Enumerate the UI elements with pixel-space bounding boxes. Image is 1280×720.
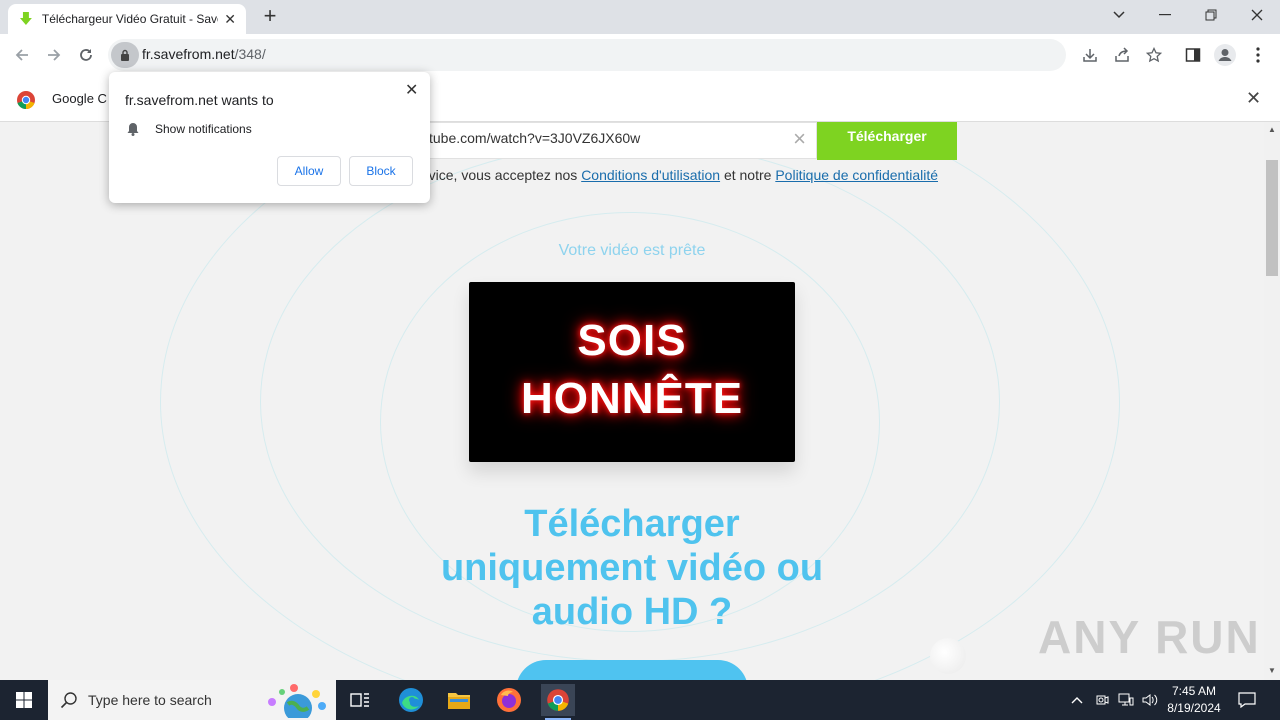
bookmark-star-icon[interactable] (1143, 44, 1165, 66)
savefrom-download-icon (19, 12, 32, 25)
clock-time: 7:45 AM (1171, 684, 1217, 698)
system-clock[interactable]: 7:45 AM 8/19/2024 (1160, 683, 1228, 717)
thumbnail-text-line2: HONNÊTE (520, 374, 744, 423)
meet-now-icon[interactable] (1095, 680, 1109, 720)
reload-icon[interactable] (74, 43, 98, 67)
headline-line3: audio HD ? (531, 591, 733, 633)
headline-line2: uniquement vidéo ou (440, 547, 824, 589)
menu-kebab-icon[interactable] (1247, 44, 1269, 66)
decorative-ball (930, 638, 966, 674)
volume-icon[interactable] (1142, 680, 1158, 720)
chrome-logo-icon (17, 91, 35, 110)
windows-taskbar: Type here to search 7:45 AM 8/19/2024 (0, 680, 1280, 720)
window-close-icon[interactable] (1234, 0, 1280, 30)
browser-tab[interactable]: Téléchargeur Vidéo Gratuit - Save ✕ (8, 4, 246, 34)
info-bar-close-icon[interactable]: ✕ (1246, 88, 1261, 109)
tab-search-icon[interactable] (1096, 0, 1142, 30)
scroll-thumb[interactable] (1266, 160, 1278, 276)
privacy-link[interactable]: Politique de confidentialité (775, 167, 938, 183)
firefox-icon[interactable] (492, 684, 526, 716)
page-content: tube.com/watch?v=3J0VZ6JX60w × Télécharg… (0, 122, 1264, 680)
network-icon[interactable] (1118, 680, 1134, 720)
search-placeholder: Type here to search (88, 692, 212, 708)
install-app-icon[interactable] (1079, 44, 1101, 66)
info-bar-text: Google C (52, 91, 107, 106)
tab-strip: Téléchargeur Vidéo Gratuit - Save ✕ + (0, 0, 1280, 34)
minimize-icon[interactable] (1142, 0, 1188, 30)
video-thumbnail[interactable]: SOIS HONNÊTE (469, 282, 795, 462)
video-url-input[interactable]: tube.com/watch?v=3J0VZ6JX60w × (420, 122, 817, 159)
anyrun-watermark: ANY RUN (1038, 611, 1261, 663)
headline-line1: Télécharger (524, 503, 740, 545)
browser-toolbar: fr.savefrom.net/348/ (0, 34, 1280, 76)
notification-center-icon[interactable] (1238, 680, 1256, 720)
bell-icon (127, 123, 139, 136)
cta-button[interactable] (516, 660, 748, 680)
url-text[interactable]: fr.savefrom.net/348/ (142, 46, 266, 62)
tab-title: Téléchargeur Vidéo Gratuit - Save (41, 12, 219, 26)
scroll-down-arrow-icon[interactable]: ▼ (1268, 666, 1276, 675)
back-arrow-icon[interactable] (10, 43, 34, 67)
popup-close-icon[interactable]: ✕ (405, 80, 418, 100)
thumbnail-text-line1: SOIS (577, 316, 687, 365)
chrome-taskbar-icon[interactable] (541, 684, 575, 720)
video-ready-label: Votre vidéo est prête (558, 242, 706, 259)
video-url-value: tube.com/watch?v=3J0VZ6JX60w (429, 130, 641, 146)
address-bar[interactable]: fr.savefrom.net/348/ (108, 39, 1066, 71)
terms-prefix: rvice, vous acceptez nos (424, 167, 582, 183)
edge-browser-icon[interactable] (394, 684, 428, 716)
download-button[interactable]: Télécharger (817, 122, 957, 160)
block-button[interactable]: Block (349, 156, 413, 186)
file-explorer-icon[interactable] (442, 684, 476, 716)
clear-input-icon[interactable]: × (793, 126, 806, 152)
new-tab-button[interactable]: + (258, 4, 282, 28)
side-panel-icon[interactable] (1182, 44, 1204, 66)
notification-permission-popup: fr.savefrom.net wants to ✕ Show notifica… (109, 72, 430, 203)
terms-middle: et notre (720, 167, 776, 183)
page-scrollbar[interactable]: ▲ ▼ (1264, 122, 1280, 680)
taskbar-search-box[interactable]: Type here to search (48, 680, 336, 720)
url-path: /348/ (234, 46, 266, 62)
popup-title: fr.savefrom.net wants to (125, 92, 274, 108)
news-widget-icon[interactable] (260, 682, 332, 718)
lock-icon[interactable] (111, 42, 139, 68)
profile-avatar-icon[interactable] (1214, 44, 1236, 66)
scroll-up-arrow-icon[interactable]: ▲ (1268, 125, 1276, 134)
show-hidden-icons-chevron-icon[interactable] (1071, 680, 1083, 720)
windows-start-icon[interactable] (0, 680, 48, 720)
tab-close-icon[interactable]: ✕ (224, 11, 236, 28)
permission-text: Show notifications (155, 122, 252, 136)
share-icon[interactable] (1111, 44, 1133, 66)
forward-arrow-icon[interactable] (42, 43, 66, 67)
terms-link[interactable]: Conditions d'utilisation (581, 167, 720, 183)
clock-date: 8/19/2024 (1167, 701, 1221, 715)
url-domain: fr.savefrom.net (142, 46, 235, 62)
page-headline: Télécharger uniquement vidéo ou audio HD… (332, 502, 932, 634)
allow-button[interactable]: Allow (277, 156, 341, 186)
search-icon (60, 692, 77, 709)
terms-notice: rvice, vous acceptez nos Conditions d'ut… (424, 167, 938, 183)
task-view-icon[interactable] (343, 684, 377, 716)
restore-icon[interactable] (1188, 0, 1234, 30)
